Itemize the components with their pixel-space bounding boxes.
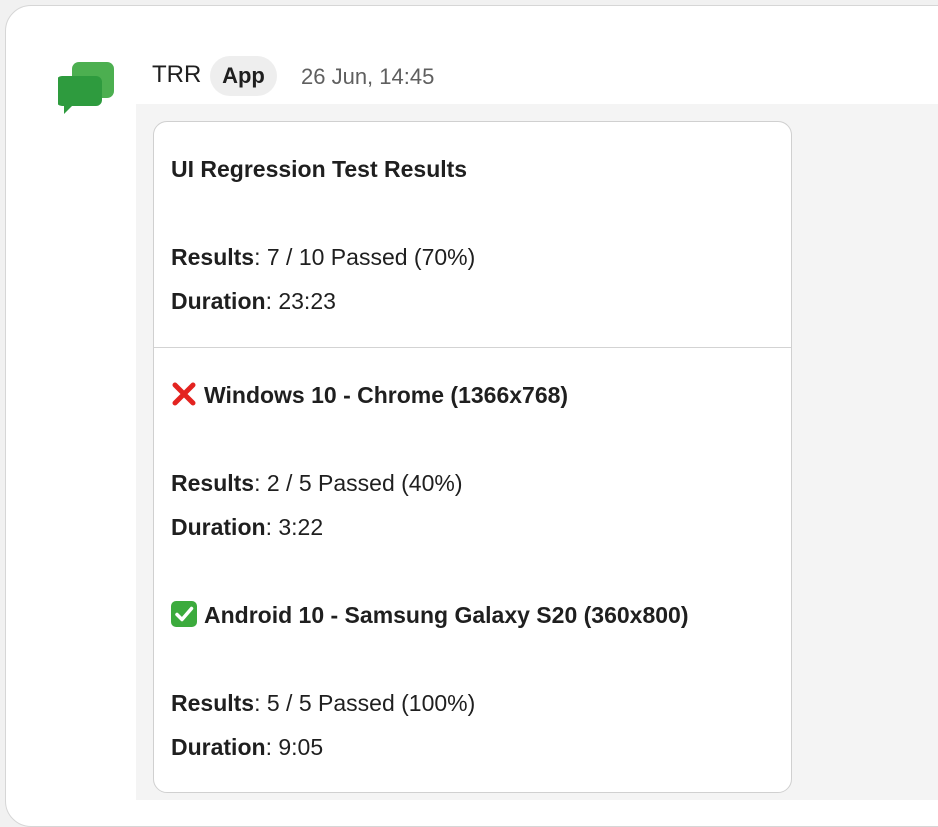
duration-label: Duration bbox=[171, 734, 266, 760]
section-heading-android: Android 10 - Samsung Galaxy S20 (360x800… bbox=[171, 600, 688, 630]
message-timestamp: 26 Jun, 14:45 bbox=[301, 64, 435, 89]
duration-value: : 23:23 bbox=[265, 288, 336, 314]
results-label: Results bbox=[171, 244, 255, 270]
results-value: : 5 / 5 Passed (100%) bbox=[254, 690, 476, 716]
section-results-android: Results: 5 / 5 Passed (100%) bbox=[171, 688, 475, 718]
summary-results: Results: 7 / 10 Passed (70%) bbox=[171, 242, 475, 272]
app-badge: App bbox=[210, 56, 277, 96]
sender-name[interactable]: TRR bbox=[152, 60, 201, 90]
section-duration-windows: Duration: 3:22 bbox=[171, 512, 323, 542]
duration-value: : 9:05 bbox=[265, 734, 324, 760]
results-value: : 2 / 5 Passed (40%) bbox=[254, 470, 463, 496]
results-value: : 7 / 10 Passed (70%) bbox=[254, 244, 476, 270]
duration-label: Duration bbox=[171, 514, 266, 540]
message-card: UI Regression Test Results Results: 7 / … bbox=[153, 121, 792, 793]
section-title: Android 10 - Samsung Galaxy S20 (360x800… bbox=[204, 602, 689, 628]
duration-value: : 3:22 bbox=[265, 514, 324, 540]
summary-duration: Duration: 23:23 bbox=[171, 286, 336, 316]
check-mark-button-icon bbox=[171, 601, 197, 627]
results-label: Results bbox=[171, 470, 255, 496]
section-title: Windows 10 - Chrome (1366x768) bbox=[204, 382, 569, 408]
section-duration-android: Duration: 9:05 bbox=[171, 732, 323, 762]
card-header: UI Regression Test Results Results: 7 / … bbox=[154, 122, 791, 348]
cross-mark-icon bbox=[172, 382, 196, 406]
google-chat-icon[interactable] bbox=[58, 60, 116, 116]
card-title: UI Regression Test Results bbox=[171, 156, 468, 182]
section-results-windows: Results: 2 / 5 Passed (40%) bbox=[171, 468, 462, 498]
duration-label: Duration bbox=[171, 288, 266, 314]
results-label: Results bbox=[171, 690, 255, 716]
section-heading-windows: Windows 10 - Chrome (1366x768) bbox=[171, 380, 568, 410]
